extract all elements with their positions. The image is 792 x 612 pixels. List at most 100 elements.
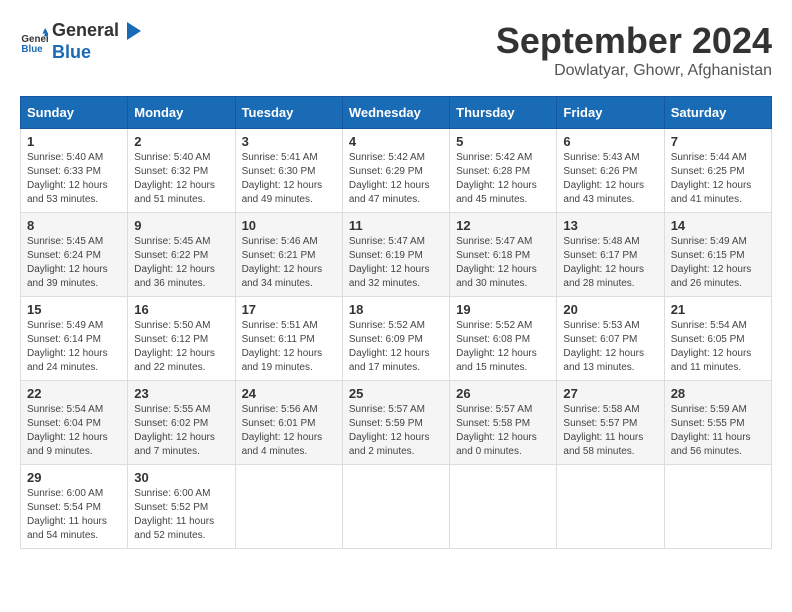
day-number: 18 — [349, 302, 443, 317]
calendar-cell: 9 Sunrise: 5:45 AMSunset: 6:22 PMDaylight… — [128, 213, 235, 297]
day-number: 12 — [456, 218, 550, 233]
day-number: 11 — [349, 218, 443, 233]
calendar-cell: 29 Sunrise: 6:00 AMSunset: 5:54 PMDayligh… — [21, 465, 128, 549]
calendar-cell: 26 Sunrise: 5:57 AMSunset: 5:58 PMDayligh… — [450, 381, 557, 465]
day-info: Sunrise: 5:52 AMSunset: 6:08 PMDaylight:… — [456, 319, 550, 375]
day-info: Sunrise: 6:00 AMSunset: 5:52 PMDaylight:… — [134, 487, 228, 543]
calendar-cell: 10Sunrise: 5:46 AMSunset: 6:21 PMDayligh… — [235, 213, 342, 297]
calendar-cell — [235, 465, 342, 549]
month-year-title: September 2024 — [496, 20, 772, 62]
column-header-monday: Monday — [128, 97, 235, 129]
day-number: 2 — [134, 134, 228, 149]
location-subtitle: Dowlatyar, Ghowr, Afghanistan — [496, 62, 772, 80]
day-number: 14 — [671, 218, 765, 233]
day-number: 19 — [456, 302, 550, 317]
day-info: Sunrise: 5:40 AMSunset: 6:32 PMDaylight:… — [134, 151, 228, 207]
day-info: Sunrise: 5:57 AMSunset: 5:59 PMDaylight:… — [349, 403, 443, 459]
day-info: Sunrise: 5:47 AMSunset: 6:18 PMDaylight:… — [456, 235, 550, 291]
logo-general: General — [52, 21, 119, 41]
calendar-week-row: 22 Sunrise: 5:54 AMSunset: 6:04 PMDayligh… — [21, 381, 772, 465]
title-area: September 2024 Dowlatyar, Ghowr, Afghani… — [496, 20, 772, 80]
day-number: 25 — [349, 386, 443, 401]
day-info: Sunrise: 5:45 AMSunset: 6:22 PMDaylight:… — [134, 235, 228, 291]
day-info: Sunrise: 5:46 AMSunset: 6:21 PMDaylight:… — [242, 235, 336, 291]
logo: General Blue General Blue — [20, 20, 145, 63]
day-number: 20 — [563, 302, 657, 317]
day-number: 28 — [671, 386, 765, 401]
calendar-cell: 12 Sunrise: 5:47 AMSunset: 6:18 PMDayligh… — [450, 213, 557, 297]
calendar-cell: 6 Sunrise: 5:43 AMSunset: 6:26 PMDaylight… — [557, 129, 664, 213]
calendar-cell: 20 Sunrise: 5:53 AMSunset: 6:07 PMDayligh… — [557, 297, 664, 381]
calendar-cell: 11Sunrise: 5:47 AMSunset: 6:19 PMDayligh… — [342, 213, 449, 297]
calendar-cell: 7 Sunrise: 5:44 AMSunset: 6:25 PMDaylight… — [664, 129, 771, 213]
day-info: Sunrise: 6:00 AMSunset: 5:54 PMDaylight:… — [27, 487, 121, 543]
calendar-header-row: SundayMondayTuesdayWednesdayThursdayFrid… — [21, 97, 772, 129]
calendar-week-row: 1Sunrise: 5:40 AMSunset: 6:33 PMDaylight… — [21, 129, 772, 213]
calendar-week-row: 29 Sunrise: 6:00 AMSunset: 5:54 PMDayligh… — [21, 465, 772, 549]
day-number: 15 — [27, 302, 121, 317]
calendar-cell: 3 Sunrise: 5:41 AMSunset: 6:30 PMDaylight… — [235, 129, 342, 213]
day-number: 7 — [671, 134, 765, 149]
calendar-cell: 23Sunrise: 5:55 AMSunset: 6:02 PMDayligh… — [128, 381, 235, 465]
day-info: Sunrise: 5:49 AMSunset: 6:14 PMDaylight:… — [27, 319, 121, 375]
day-number: 3 — [242, 134, 336, 149]
calendar-cell: 2 Sunrise: 5:40 AMSunset: 6:32 PMDaylight… — [128, 129, 235, 213]
calendar-week-row: 15 Sunrise: 5:49 AMSunset: 6:14 PMDayligh… — [21, 297, 772, 381]
day-number: 22 — [27, 386, 121, 401]
column-header-saturday: Saturday — [664, 97, 771, 129]
day-number: 17 — [242, 302, 336, 317]
day-info: Sunrise: 5:48 AMSunset: 6:17 PMDaylight:… — [563, 235, 657, 291]
calendar-cell: 24Sunrise: 5:56 AMSunset: 6:01 PMDayligh… — [235, 381, 342, 465]
day-info: Sunrise: 5:42 AMSunset: 6:28 PMDaylight:… — [456, 151, 550, 207]
column-header-sunday: Sunday — [21, 97, 128, 129]
day-info: Sunrise: 5:45 AMSunset: 6:24 PMDaylight:… — [27, 235, 121, 291]
day-info: Sunrise: 5:49 AMSunset: 6:15 PMDaylight:… — [671, 235, 765, 291]
column-header-tuesday: Tuesday — [235, 97, 342, 129]
day-number: 23 — [134, 386, 228, 401]
day-info: Sunrise: 5:41 AMSunset: 6:30 PMDaylight:… — [242, 151, 336, 207]
calendar-cell: 30 Sunrise: 6:00 AMSunset: 5:52 PMDayligh… — [128, 465, 235, 549]
day-number: 1 — [27, 134, 121, 149]
calendar-cell: 25 Sunrise: 5:57 AMSunset: 5:59 PMDayligh… — [342, 381, 449, 465]
day-info: Sunrise: 5:53 AMSunset: 6:07 PMDaylight:… — [563, 319, 657, 375]
header: General Blue General Blue September 2024… — [20, 20, 772, 80]
calendar-cell: 17Sunrise: 5:51 AMSunset: 6:11 PMDayligh… — [235, 297, 342, 381]
day-info: Sunrise: 5:50 AMSunset: 6:12 PMDaylight:… — [134, 319, 228, 375]
day-number: 5 — [456, 134, 550, 149]
logo-icon: General Blue — [20, 28, 48, 56]
day-info: Sunrise: 5:57 AMSunset: 5:58 PMDaylight:… — [456, 403, 550, 459]
day-number: 4 — [349, 134, 443, 149]
calendar-cell: 27Sunrise: 5:58 AMSunset: 5:57 PMDayligh… — [557, 381, 664, 465]
day-info: Sunrise: 5:44 AMSunset: 6:25 PMDaylight:… — [671, 151, 765, 207]
day-number: 29 — [27, 470, 121, 485]
day-number: 21 — [671, 302, 765, 317]
calendar-cell: 4Sunrise: 5:42 AMSunset: 6:29 PMDaylight… — [342, 129, 449, 213]
svg-text:Blue: Blue — [21, 43, 43, 54]
day-number: 30 — [134, 470, 228, 485]
day-info: Sunrise: 5:59 AMSunset: 5:55 PMDaylight:… — [671, 403, 765, 459]
column-header-friday: Friday — [557, 97, 664, 129]
logo-text-area: General Blue — [52, 20, 145, 63]
day-number: 26 — [456, 386, 550, 401]
day-number: 9 — [134, 218, 228, 233]
day-number: 8 — [27, 218, 121, 233]
calendar-cell: 14 Sunrise: 5:49 AMSunset: 6:15 PMDayligh… — [664, 213, 771, 297]
calendar-cell: 13Sunrise: 5:48 AMSunset: 6:17 PMDayligh… — [557, 213, 664, 297]
day-info: Sunrise: 5:58 AMSunset: 5:57 PMDaylight:… — [563, 403, 657, 459]
column-header-thursday: Thursday — [450, 97, 557, 129]
column-header-wednesday: Wednesday — [342, 97, 449, 129]
calendar-cell: 21Sunrise: 5:54 AMSunset: 6:05 PMDayligh… — [664, 297, 771, 381]
calendar-cell: 8 Sunrise: 5:45 AMSunset: 6:24 PMDaylight… — [21, 213, 128, 297]
calendar-cell: 16 Sunrise: 5:50 AMSunset: 6:12 PMDayligh… — [128, 297, 235, 381]
day-info: Sunrise: 5:54 AMSunset: 6:04 PMDaylight:… — [27, 403, 121, 459]
day-info: Sunrise: 5:56 AMSunset: 6:01 PMDaylight:… — [242, 403, 336, 459]
day-number: 16 — [134, 302, 228, 317]
calendar-week-row: 8 Sunrise: 5:45 AMSunset: 6:24 PMDaylight… — [21, 213, 772, 297]
day-info: Sunrise: 5:52 AMSunset: 6:09 PMDaylight:… — [349, 319, 443, 375]
calendar-cell — [557, 465, 664, 549]
calendar-cell — [450, 465, 557, 549]
calendar-cell: 5 Sunrise: 5:42 AMSunset: 6:28 PMDaylight… — [450, 129, 557, 213]
day-info: Sunrise: 5:43 AMSunset: 6:26 PMDaylight:… — [563, 151, 657, 207]
day-number: 6 — [563, 134, 657, 149]
logo-arrow-icon — [121, 20, 143, 42]
